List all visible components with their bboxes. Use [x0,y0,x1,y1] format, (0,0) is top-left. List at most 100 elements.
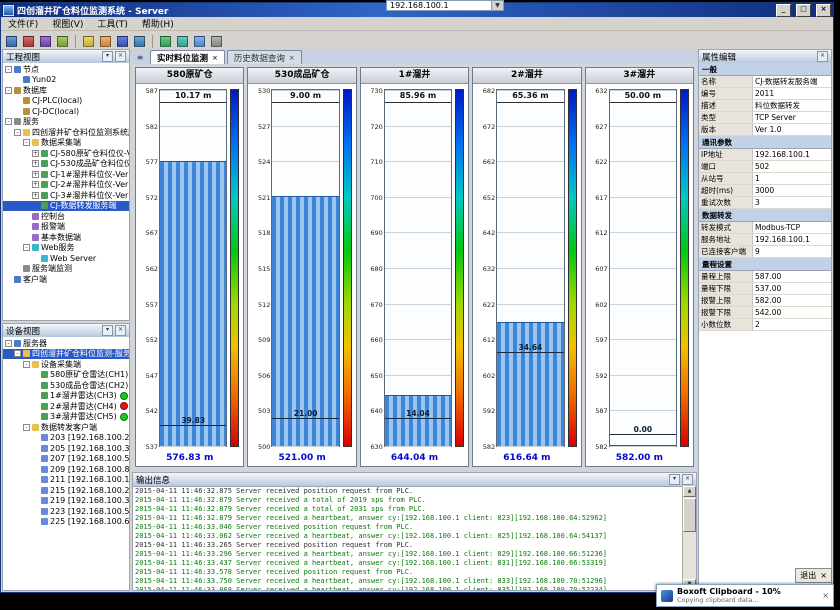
property-row[interactable]: 转发模式Modbus-TCP [699,222,831,234]
close-icon[interactable]: × [115,325,126,336]
property-value[interactable]: 192.168.100.1 [753,150,831,159]
tree-expander-icon[interactable]: + [32,192,39,199]
device-tree-item[interactable]: -设备采集端 [3,359,129,370]
property-value[interactable]: Ver 1.0 [753,125,831,134]
property-section-header[interactable]: 数据转发 [699,209,831,222]
device-tree-item[interactable]: 219 [192.168.100.34] [3,496,129,507]
project-tree-item[interactable]: +CJ-3#溜井料位仪-Ver1 [3,190,129,201]
project-tree-item[interactable]: +CJ-580原矿仓料位仪-Ver1 [3,148,129,159]
property-row[interactable]: 服务地址192.168.100.1 [699,234,831,246]
realtime-chart-button[interactable] [175,34,190,49]
collapse-icon[interactable]: ▾ [669,474,680,485]
tree-expander-icon[interactable]: - [5,340,12,347]
property-value[interactable]: 3000 [753,186,831,195]
scrollbar-thumb[interactable] [683,498,696,532]
project-tree-item[interactable]: 控制台 [3,211,129,222]
property-value[interactable]: 料位数据转发 [753,100,831,111]
tab-list-icon[interactable]: ≡ [134,52,146,64]
settings-button[interactable] [209,34,224,49]
project-tree-item[interactable]: +CJ-2#溜井料位仪-Ver1 [3,180,129,191]
menu-item-1[interactable]: 视图(V) [45,17,90,30]
device-tree-item[interactable]: -数据转发客户端 [3,422,129,433]
property-row[interactable]: 从站号1 [699,173,831,185]
exit-close-icon[interactable]: × [820,571,827,580]
tree-expander-icon[interactable]: - [23,424,30,431]
tab-realtime-monitor[interactable]: 实时料位监测 × [150,50,225,64]
device-tree-item[interactable]: 530成品仓雷达(CH2) [3,380,129,391]
property-value[interactable]: 3 [753,198,831,207]
device-tree-item[interactable]: 205 [192.168.100.3] [3,443,129,454]
property-value[interactable]: 537.00 [753,284,831,293]
tree-expander-icon[interactable]: + [32,171,39,178]
tree-expander-icon[interactable]: - [23,361,30,368]
tree-expander-icon[interactable]: - [5,87,12,94]
property-value[interactable]: 1 [753,174,831,183]
device-tree-item[interactable]: 215 [192.168.100.21] [3,485,129,496]
project-tree-item[interactable]: 基本数据端 [3,232,129,243]
tree-expander-icon[interactable]: - [5,118,12,125]
menu-item-2[interactable]: 工具(T) [90,17,135,30]
tree-expander-icon[interactable]: + [32,160,39,167]
dropdown-arrow-icon[interactable]: ▼ [491,1,503,10]
menu-item-3[interactable]: 帮助(H) [135,17,181,30]
project-tree-item[interactable]: CJ-数据转发服务端 [3,201,129,212]
device-tree-item[interactable]: 2#溜井雷达(CH4) [3,401,129,412]
property-row[interactable]: 已连接客户端9 [699,246,831,258]
project-tree-item[interactable]: 服务端监测 [3,264,129,275]
device-tree-item[interactable]: 580原矿仓雷达(CH1) [3,370,129,381]
property-value[interactable]: 2011 [753,89,831,98]
device-tree-item[interactable]: -服务器 [3,338,129,349]
property-row[interactable]: 报警上限582.00 [699,295,831,307]
tree-expander-icon[interactable]: + [32,150,39,157]
tree-expander-icon[interactable]: - [23,244,30,251]
device-tree-item[interactable]: 223 [192.168.100.52] [3,506,129,517]
device-tree-item[interactable]: 1#溜井雷达(CH3) [3,391,129,402]
close-icon[interactable]: × [682,474,693,485]
project-tree-item[interactable]: Yun02 [3,75,129,86]
add-button[interactable] [81,34,96,49]
project-tree-item[interactable]: 报警端 [3,222,129,233]
property-value[interactable]: CJ-数据转发服务端 [753,76,831,87]
project-tree-item[interactable]: -数据采集端 [3,138,129,149]
project-tree-item[interactable]: -节点 [3,64,129,75]
save-button[interactable] [115,34,130,49]
device-tree-item[interactable]: 211 [192.168.100.12] [3,475,129,486]
restore-button[interactable]: □ [796,4,811,17]
tree-expander-icon[interactable]: - [5,66,12,73]
property-value[interactable]: 9 [753,247,831,256]
property-value[interactable]: 192.168.100.1 [753,235,831,244]
property-row[interactable]: 编号2011 [699,88,831,100]
property-value[interactable]: 542.00 [753,308,831,317]
project-tree-item[interactable]: 客户端 [3,274,129,285]
property-section-header[interactable]: 通讯参数 [699,136,831,149]
plugin-button[interactable] [55,34,70,49]
close-icon[interactable]: × [115,51,126,62]
property-row[interactable]: IP地址192.168.100.1 [699,149,831,161]
network-config-button[interactable] [38,34,53,49]
tab-close-icon[interactable]: × [212,54,218,62]
project-tree-item[interactable]: -数据库 [3,85,129,96]
property-row[interactable]: 量程下限537.00 [699,283,831,295]
project-tree-item[interactable]: Web Server [3,253,129,264]
disconnect-button[interactable] [21,34,36,49]
log-scrollbar[interactable]: ▲ ▼ [682,486,696,590]
history-chart-button[interactable] [192,34,207,49]
edit-button[interactable] [98,34,113,49]
property-row[interactable]: 量程上限587.00 [699,271,831,283]
device-tree-item[interactable]: 209 [192.168.100.8] [3,464,129,475]
project-tree-item[interactable]: +CJ-530成品矿仓料位仪-Ver1 [3,159,129,170]
close-icon[interactable]: × [817,51,828,62]
property-row[interactable]: 小数位数2 [699,319,831,331]
popup-close-icon[interactable]: × [822,591,829,600]
tree-expander-icon[interactable]: - [23,139,30,146]
property-row[interactable]: 报警下限542.00 [699,307,831,319]
device-tree-item[interactable]: 3#溜井雷达(CH5) [3,412,129,423]
connect-server-button[interactable] [4,34,19,49]
collapse-icon[interactable]: ▾ [102,51,113,62]
property-row[interactable]: 名称CJ-数据转发服务端 [699,76,831,88]
tab-close-icon[interactable]: × [289,54,295,62]
project-tree-item[interactable]: CJ-PLC(local) [3,96,129,107]
property-row[interactable]: 超时(ms)3000 [699,185,831,197]
exit-chip[interactable]: 退出 × [795,568,832,583]
menu-item-0[interactable]: 文件(F) [1,17,45,30]
